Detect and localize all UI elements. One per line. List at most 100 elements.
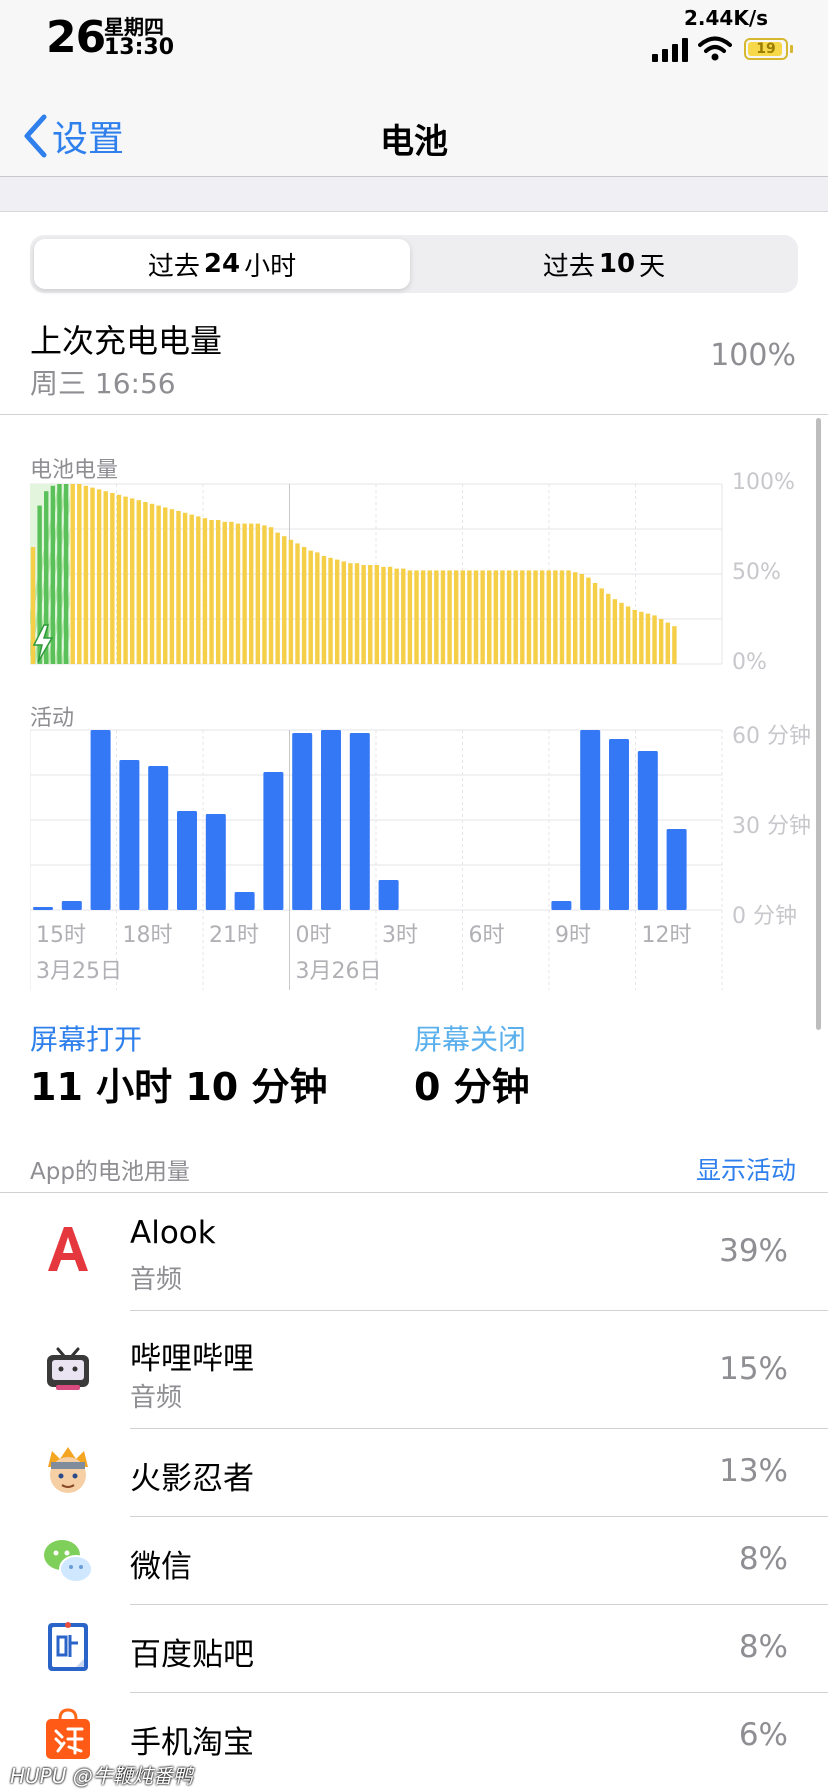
segment-last-10-days[interactable]: 过去 10 天 [414, 239, 794, 289]
segment-24h-num: 24 [203, 249, 241, 279]
app-percentage: 15% [719, 1351, 788, 1387]
battery-bar [639, 611, 644, 664]
battery-bar [189, 514, 194, 664]
battery-bar [592, 583, 598, 664]
battery-bar [275, 532, 280, 664]
battery-bar [526, 570, 532, 664]
tieba-icon [48, 1622, 88, 1671]
battery-bar [136, 500, 142, 664]
battery-bar [354, 563, 360, 664]
battery-bar [96, 489, 102, 664]
battery-bar [103, 491, 108, 664]
battery-bar [255, 523, 261, 664]
activity-date-label: 3月25日 [36, 959, 122, 984]
battery-bar [308, 550, 313, 664]
battery-bar [249, 523, 254, 664]
activity-date-label: 3月26日 [296, 959, 382, 984]
nav-bar: 设置 电池 [0, 96, 828, 177]
battery-bar [612, 599, 618, 664]
signal-icon [652, 38, 688, 62]
battery-bar [645, 613, 651, 664]
battery-bar [229, 521, 234, 664]
battery-bar [30, 547, 36, 664]
battery-bar [487, 570, 492, 664]
activity-xtick: 3时 [382, 923, 418, 948]
app-row-wechat[interactable]: 微信 8% [0, 1517, 828, 1605]
bilibili-icon [47, 1347, 89, 1390]
battery-bar [520, 570, 525, 664]
battery-bar [129, 498, 135, 664]
segment-24h-suffix: 小时 [244, 251, 297, 282]
battery-bar [427, 570, 432, 664]
battery-bar [453, 570, 459, 664]
segment-10d-prefix: 过去 [542, 251, 595, 282]
battery-bar [110, 493, 115, 664]
app-name: 哔哩哔哩 [130, 1341, 254, 1377]
period-segmented-control: 过去 24 小时 过去 10 天 [30, 235, 798, 293]
app-percentage: 13% [719, 1453, 788, 1489]
battery-level-chart [30, 483, 730, 665]
battery-bar [619, 602, 624, 664]
activity-bar [177, 811, 197, 910]
activity-xtick: 0时 [296, 923, 332, 948]
segment-last-24-hours[interactable]: 过去 24 小时 [34, 239, 410, 289]
watermark: HUPU @牛鞭炖番鸭 [10, 1764, 193, 1788]
battery-bar [407, 570, 413, 664]
battery-bar [672, 626, 677, 664]
segment-10d-num: 10 [598, 249, 636, 279]
battery-bar [387, 566, 393, 664]
screen-off-value: 0 分钟 [414, 1065, 530, 1109]
activity-bar [378, 880, 399, 910]
last-charge-time: 周三 16:56 [30, 367, 176, 400]
app-row-naruto[interactable]: 火影忍者 13% [0, 1429, 828, 1517]
segment-24h-prefix: 过去 [147, 251, 200, 282]
battery-bar [123, 496, 128, 664]
battery-bar [546, 570, 551, 664]
battery-bar [262, 525, 267, 664]
app-row-bilibili[interactable]: 哔哩哔哩 音频 15% [0, 1311, 828, 1429]
status-time: 13:30 [104, 35, 175, 60]
battery-bar [625, 606, 631, 664]
battery-bar [480, 570, 485, 664]
battery-bar [288, 539, 294, 664]
battery-bar [467, 570, 472, 664]
battery-bar [533, 570, 538, 664]
battery-bar [116, 494, 122, 664]
app-row-alook[interactable]: Alook 音频 39% [0, 1193, 828, 1311]
activity-bar [148, 766, 169, 910]
divider [0, 414, 828, 415]
activity-bar [33, 907, 53, 910]
scrollbar[interactable] [816, 418, 821, 1030]
battery-bar [579, 574, 585, 664]
screen-on-value: 11 小时 10 分钟 [30, 1065, 328, 1109]
last-charge-label: 上次充电电量 [30, 322, 223, 360]
battery-bar [368, 565, 373, 664]
battery-bar [235, 523, 241, 664]
wifi-icon [698, 36, 732, 61]
battery-bar [57, 484, 62, 664]
battery-bar [315, 552, 320, 664]
app-name: 微信 [130, 1549, 192, 1585]
last-charge-value: 100% [710, 338, 796, 373]
battery-bar [348, 563, 353, 664]
battery-ytick-50: 50% [732, 560, 781, 585]
battery-bar [473, 570, 479, 664]
show-activity-link[interactable]: 显示活动 [696, 1151, 796, 1187]
battery-bar [321, 556, 327, 664]
app-name: 百度贴吧 [130, 1637, 254, 1673]
battery-bar [513, 570, 518, 664]
app-row-tieba[interactable]: 百度贴吧 8% [0, 1605, 828, 1693]
activity-chart: 15时 18时 21时 0时 3时 6时 9时 12时 3月25日 3月26日 [30, 729, 723, 990]
activity-bar [580, 730, 601, 910]
battery-bar [632, 610, 637, 664]
app-percentage: 6% [738, 1717, 788, 1753]
battery-bar [149, 503, 155, 664]
battery-ytick-100: 100% [732, 470, 795, 495]
activity-bar [551, 901, 572, 910]
activity-xtick: 15时 [36, 923, 86, 948]
battery-bar [559, 570, 565, 664]
battery-bar [282, 536, 287, 664]
battery-bar [143, 502, 148, 664]
activity-xtick: 9时 [555, 923, 591, 948]
battery-bar [169, 509, 175, 664]
